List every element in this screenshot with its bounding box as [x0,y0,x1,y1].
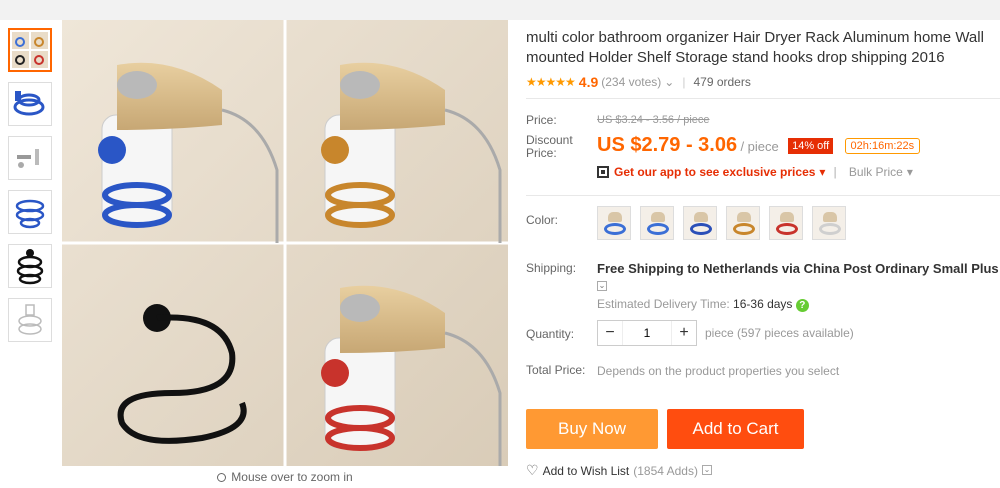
wishlist-row[interactable]: ♡ Add to Wish List (1854 Adds) ⌄ [526,462,712,479]
discount-price: US $2.79 - 3.06 [597,134,738,156]
color-swatch[interactable] [640,206,674,240]
add-to-cart-button[interactable]: Add to Cart [667,409,804,449]
swatch-ring-image [733,223,755,235]
product-title: multi color bathroom organizer Hair Drye… [526,29,984,66]
buy-now-button[interactable]: Buy Now [526,409,658,449]
thumbnail-list [8,28,54,352]
zoom-hint: Mouse over to zoom in [62,470,508,484]
original-price: US $3.24 - 3.56 / piece [597,114,710,126]
swatch-dryer-image [651,212,665,222]
chevron-down-icon[interactable]: ⌄ [597,281,607,291]
color-swatch[interactable] [812,206,846,240]
product-info: multi color bathroom organizer Hair Drye… [526,28,1000,90]
shipping-text: Free Shipping to Netherlands via China P… [597,261,999,276]
color-swatch[interactable] [597,206,631,240]
countdown-timer: 02h:16m:22s [844,138,921,154]
magnifier-icon [217,473,227,482]
thumb-blue-rack[interactable] [8,82,52,126]
chevron-down-icon[interactable]: ▾ [819,165,825,179]
increment-button[interactable]: + [672,324,696,342]
quantity-label: Quantity: [526,327,575,341]
divider: | [833,165,837,179]
price-unit: / piece [740,139,779,154]
swatch-ring-image [819,223,841,235]
availability-text: piece (597 pieces available) [705,326,854,340]
blue-spiral-icon [15,199,45,229]
rating-row: ★★★★★ 4.9 (234 votes) ⌄ | 479 orders [526,74,1000,90]
black-spiral-icon [16,249,44,285]
orders-count: 479 orders [693,75,751,89]
app-promo-link[interactable]: Get our app to see exclusive prices [614,165,815,179]
question-icon[interactable]: ? [795,299,809,312]
shipping-method[interactable]: Free Shipping to Netherlands via China P… [597,261,1000,293]
chevron-down-icon[interactable]: ⌄ [664,75,674,89]
color-swatch[interactable] [726,206,760,240]
discount-price-label: Discount Price: [526,133,573,160]
thumb-hardware[interactable] [8,136,52,180]
star-rating-icon: ★★★★★ [526,75,576,89]
thumb-black-spiral[interactable] [8,244,52,288]
main-product-image[interactable] [62,20,508,466]
color-label: Color: [526,213,559,227]
divider [526,195,1000,196]
estimated-delivery: Estimated Delivery Time: 16-36 days ? [597,297,809,312]
thumb-collage[interactable] [8,28,52,72]
discount-badge: 14% off [788,138,834,154]
est-value: 16-36 days [733,297,793,311]
quantity-input[interactable] [622,321,672,345]
zoom-hint-text: Mouse over to zoom in [231,470,353,484]
rating-value: 4.9 [578,74,599,90]
swatch-ring-image [647,223,669,235]
color-swatch[interactable] [769,206,803,240]
swatch-ring-image [690,223,712,235]
thumb-sketch[interactable] [8,298,52,342]
swatch-dryer-image [780,212,794,222]
swatch-ring-image [776,223,798,235]
swatch-dryer-image [737,212,751,222]
quantity-row: − + piece (597 pieces available) [597,320,854,346]
decrement-button[interactable]: − [598,324,622,342]
qr-code-icon [597,166,609,178]
thumb-blue-spiral[interactable] [8,190,52,234]
chevron-down-icon[interactable]: ⌄ [701,464,712,475]
sketch-icon [18,304,42,335]
est-label: Estimated Delivery Time: [597,297,730,311]
wishlist-link[interactable]: Add to Wish List [543,464,630,478]
total-price-text: Depends on the product properties you se… [597,364,840,378]
top-bar [0,0,1000,20]
wishlist-count: (1854 Adds) [633,463,698,478]
divider [526,98,1000,99]
total-price-label: Total Price: [526,363,586,377]
swatch-dryer-image [694,212,708,222]
color-swatches [597,206,855,243]
votes-link[interactable]: (234 votes) [601,75,661,89]
discount-price-row: US $2.79 - 3.06 / piece 14% off 02h:16m:… [597,134,921,157]
swatch-ring-image [604,223,626,235]
bulk-price-link[interactable]: Bulk Price [849,165,903,179]
blue-rack-icon [13,91,45,116]
swatch-dryer-image [823,212,837,222]
color-swatch[interactable] [683,206,717,240]
heart-icon[interactable]: ♡ [526,462,539,479]
shipping-label: Shipping: [526,261,577,275]
swatch-dryer-image [608,212,622,222]
hardware-icon [17,149,39,168]
price-label: Price: [526,113,557,127]
product-collage-image [62,20,508,466]
app-promo-row: Get our app to see exclusive prices ▾ | … [597,165,913,179]
chevron-down-icon[interactable]: ▾ [907,165,913,179]
quantity-stepper: − + [597,320,697,346]
collage-thumb-image [12,32,48,68]
divider: | [682,75,686,89]
